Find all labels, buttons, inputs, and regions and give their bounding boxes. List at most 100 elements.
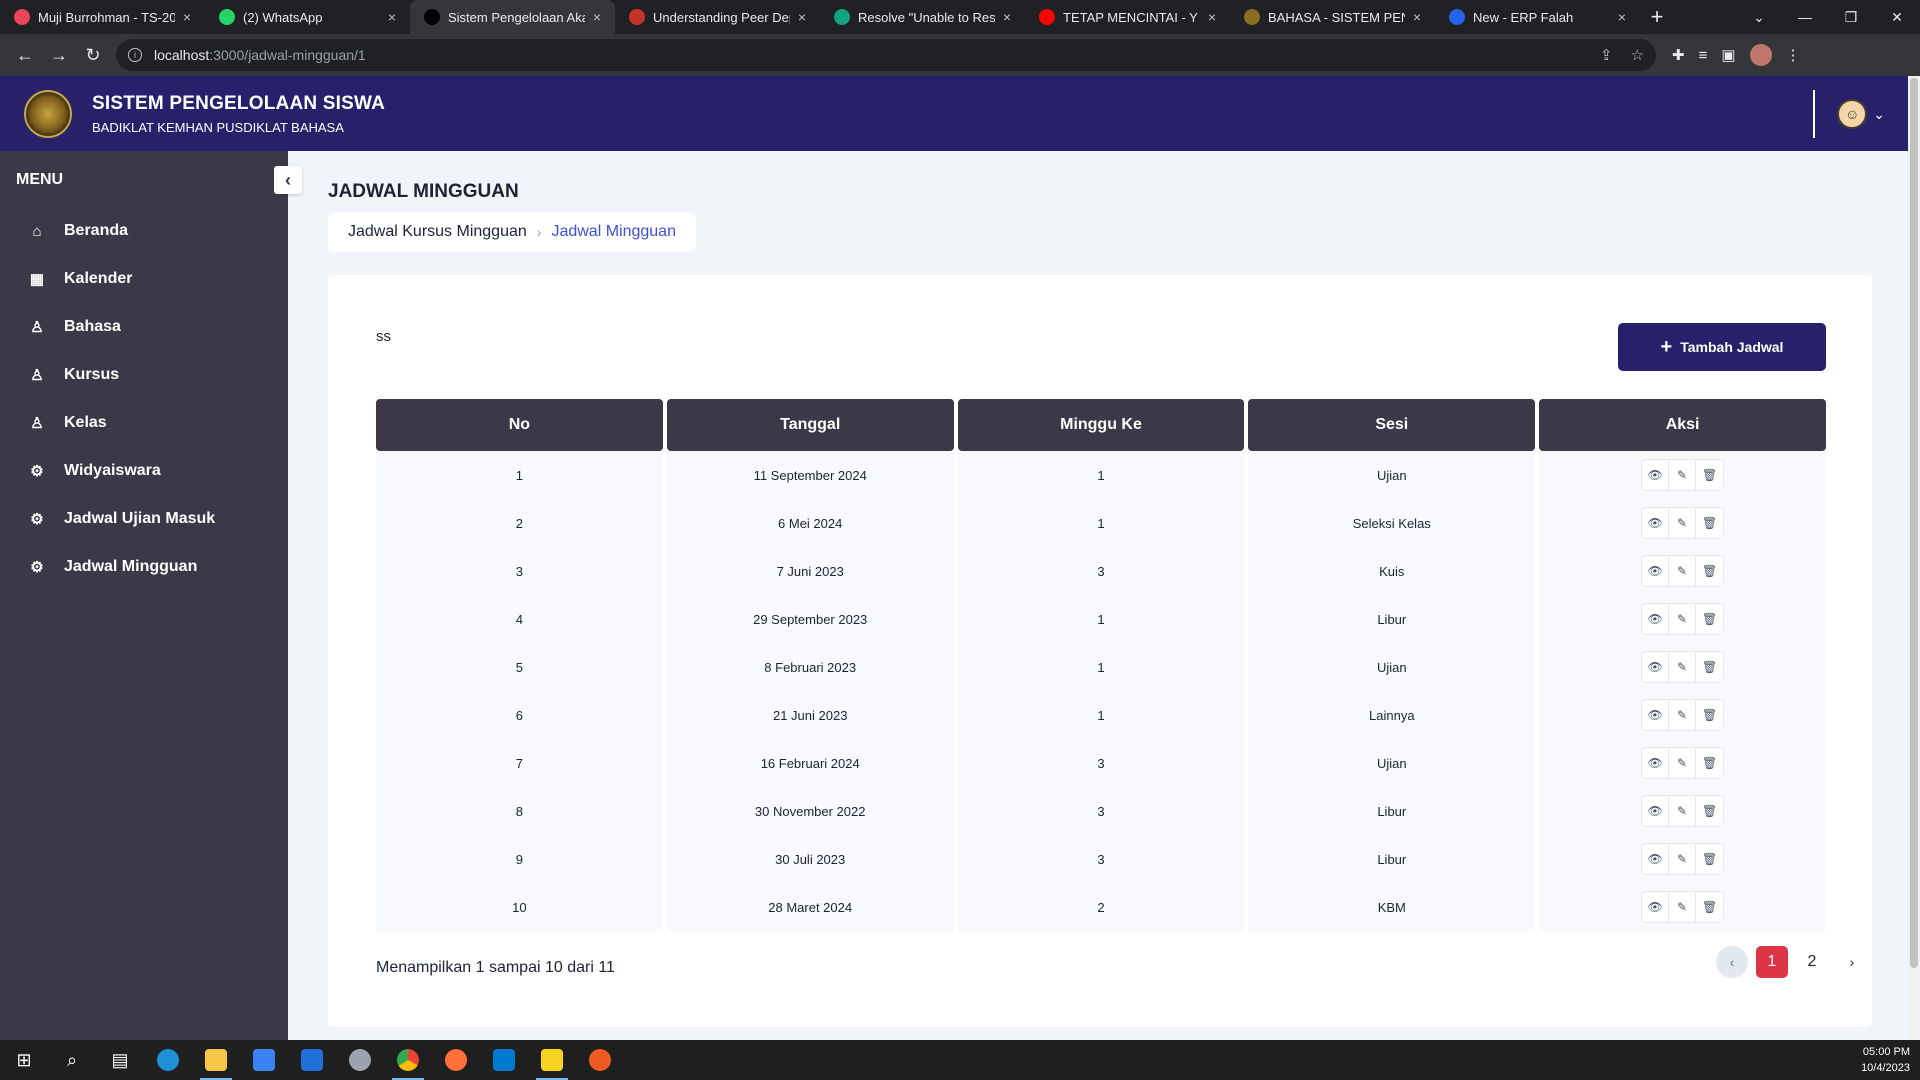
prev-page-button[interactable]: ‹ — [1716, 946, 1748, 978]
edge-icon[interactable] — [144, 1040, 192, 1080]
sidebar-item-jadwal-ujian-masuk[interactable]: ⚙ Jadwal Ujian Masuk — [0, 495, 288, 543]
view-icon[interactable]: 👁 — [1642, 796, 1670, 826]
sidebar-item-beranda[interactable]: ⌂ Beranda — [0, 207, 288, 255]
page-button-2[interactable]: 2 — [1796, 946, 1828, 978]
browser-tab[interactable]: BAHASA - SISTEM PENGE× — [1230, 0, 1435, 34]
tab-search-icon[interactable]: ⌄ — [1736, 0, 1782, 34]
postman-icon[interactable] — [576, 1040, 624, 1080]
sidebar-item-widyaiswara[interactable]: ⚙ Widyaiswara — [0, 447, 288, 495]
share-icon[interactable]: ⇪ — [1600, 46, 1613, 64]
edit-icon[interactable]: ✎ — [1669, 892, 1697, 922]
edit-icon[interactable]: ✎ — [1669, 796, 1697, 826]
view-icon[interactable]: 👁 — [1642, 652, 1670, 682]
browser-tab[interactable]: (2) WhatsApp × — [205, 0, 410, 34]
view-icon[interactable]: 👁 — [1642, 556, 1670, 586]
view-icon[interactable]: 👁 — [1642, 508, 1670, 538]
task-view-icon[interactable]: ▤ — [96, 1040, 144, 1080]
edit-icon[interactable]: ✎ — [1669, 604, 1697, 634]
minimize-icon[interactable]: — — [1782, 0, 1828, 34]
new-tab-icon[interactable]: + — [1640, 0, 1674, 34]
vscode-icon[interactable] — [480, 1040, 528, 1080]
bookmark-star-icon[interactable]: ☆ — [1631, 46, 1644, 64]
row-actions: 👁 ✎ 🗑 — [1641, 603, 1725, 635]
profile-avatar[interactable] — [1749, 44, 1772, 66]
media-icon[interactable]: ≡ — [1699, 47, 1708, 64]
next-page-button[interactable]: › — [1836, 946, 1868, 978]
url-input[interactable]: i localhost:3000/jadwal-mingguan/1 ⇪ ☆ — [116, 39, 1656, 71]
tab-close-icon[interactable]: × — [999, 9, 1015, 25]
sidebar-item-bahasa[interactable]: ♙ Bahasa — [0, 303, 288, 351]
view-icon[interactable]: 👁 — [1642, 892, 1670, 922]
view-icon[interactable]: 👁 — [1642, 604, 1670, 634]
edit-icon[interactable]: ✎ — [1669, 700, 1697, 730]
trash-icon[interactable]: 🗑 — [1696, 844, 1723, 874]
table-cell-tanggal: 28 Maret 2024 — [768, 899, 853, 915]
breadcrumb-link[interactable]: Jadwal Kursus Mingguan — [348, 223, 527, 241]
sidebar-item-kursus[interactable]: ♙ Kursus — [0, 351, 288, 399]
tab-close-icon[interactable]: × — [589, 9, 605, 25]
avatar[interactable]: ☺ — [1837, 99, 1868, 129]
app-icon[interactable] — [336, 1040, 384, 1080]
sidebar-item-kalender[interactable]: ▦ Kalender — [0, 255, 288, 303]
sticky-notes-icon[interactable] — [528, 1040, 576, 1080]
add-schedule-button[interactable]: + Tambah Jadwal — [1618, 323, 1826, 371]
browser-tab[interactable]: TETAP MENCINTAI - Y × — [1025, 0, 1230, 34]
browser-tab[interactable]: Muji Burrohman - TS-202 × — [0, 0, 205, 34]
browser-tab[interactable]: Understanding Peer Depe × — [615, 0, 820, 34]
page-scrollbar[interactable] — [1908, 76, 1920, 1040]
clock[interactable]: 05:00 PM 10/4/2023 — [1861, 1044, 1910, 1076]
forward-icon[interactable]: → — [42, 38, 76, 72]
url-path: :3000/jadwal-mingguan/1 — [209, 47, 366, 63]
sidebar-item-jadwal-mingguan[interactable]: ⚙ Jadwal Mingguan — [0, 543, 288, 591]
view-icon[interactable]: 👁 — [1642, 700, 1670, 730]
edit-icon[interactable]: ✎ — [1669, 748, 1697, 778]
browser-menu-icon[interactable]: ⋮ — [1786, 46, 1801, 64]
view-icon[interactable]: 👁 — [1642, 748, 1670, 778]
search-icon[interactable]: ⌕ — [48, 1040, 96, 1080]
tab-close-icon[interactable]: × — [1409, 9, 1425, 25]
tab-close-icon[interactable]: × — [794, 9, 810, 25]
scrollbar-thumb[interactable] — [1910, 78, 1918, 968]
trash-icon[interactable]: 🗑 — [1696, 892, 1723, 922]
trash-icon[interactable]: 🗑 — [1696, 748, 1723, 778]
trash-icon[interactable]: 🗑 — [1696, 700, 1723, 730]
tab-close-icon[interactable]: × — [384, 9, 400, 25]
trash-icon[interactable]: 🗑 — [1696, 604, 1723, 634]
firefox-icon[interactable] — [432, 1040, 480, 1080]
tab-close-icon[interactable]: × — [179, 9, 195, 25]
trash-icon[interactable]: 🗑 — [1696, 652, 1723, 682]
trash-icon[interactable]: 🗑 — [1696, 796, 1723, 826]
start-icon[interactable]: ⊞ — [0, 1040, 48, 1080]
close-window-icon[interactable]: ✕ — [1874, 0, 1920, 34]
sidebar-item-kelas[interactable]: ♙ Kelas — [0, 399, 288, 447]
browser-tab[interactable]: Sistem Pengelolaan Akad × — [410, 0, 615, 34]
tab-close-icon[interactable]: × — [1204, 9, 1220, 25]
row-actions: 👁 ✎ 🗑 — [1641, 651, 1725, 683]
edit-icon[interactable]: ✎ — [1669, 844, 1697, 874]
edit-icon[interactable]: ✎ — [1669, 508, 1697, 538]
site-info-icon[interactable]: i — [128, 48, 142, 62]
browser-tab[interactable]: New - ERP Falah × — [1435, 0, 1640, 34]
back-icon[interactable]: ← — [8, 38, 42, 72]
edit-icon[interactable]: ✎ — [1669, 652, 1697, 682]
trash-icon[interactable]: 🗑 — [1696, 508, 1723, 538]
edit-icon[interactable]: ✎ — [1669, 460, 1697, 490]
file-explorer-icon[interactable] — [192, 1040, 240, 1080]
trash-icon[interactable]: 🗑 — [1696, 460, 1723, 490]
reload-icon[interactable]: ↻ — [76, 38, 110, 72]
chrome-icon[interactable] — [384, 1040, 432, 1080]
mail-icon[interactable] — [288, 1040, 336, 1080]
view-icon[interactable]: 👁 — [1642, 844, 1670, 874]
page-button-1[interactable]: 1 — [1756, 946, 1788, 978]
sidepanel-icon[interactable]: ▣ — [1721, 46, 1735, 64]
browser-tab[interactable]: Resolve "Unable to Resolv× — [820, 0, 1025, 34]
edit-icon[interactable]: ✎ — [1669, 556, 1697, 586]
user-menu[interactable]: ☺ ⌄ — [1813, 90, 1885, 138]
tab-close-icon[interactable]: × — [1614, 9, 1630, 25]
store-icon[interactable] — [240, 1040, 288, 1080]
extensions-icon[interactable]: ✚ — [1672, 46, 1685, 64]
view-icon[interactable]: 👁 — [1642, 460, 1670, 490]
restore-icon[interactable]: ❐ — [1828, 0, 1874, 34]
trash-icon[interactable]: 🗑 — [1696, 556, 1723, 586]
chevron-down-icon[interactable]: ⌄ — [1873, 106, 1885, 123]
